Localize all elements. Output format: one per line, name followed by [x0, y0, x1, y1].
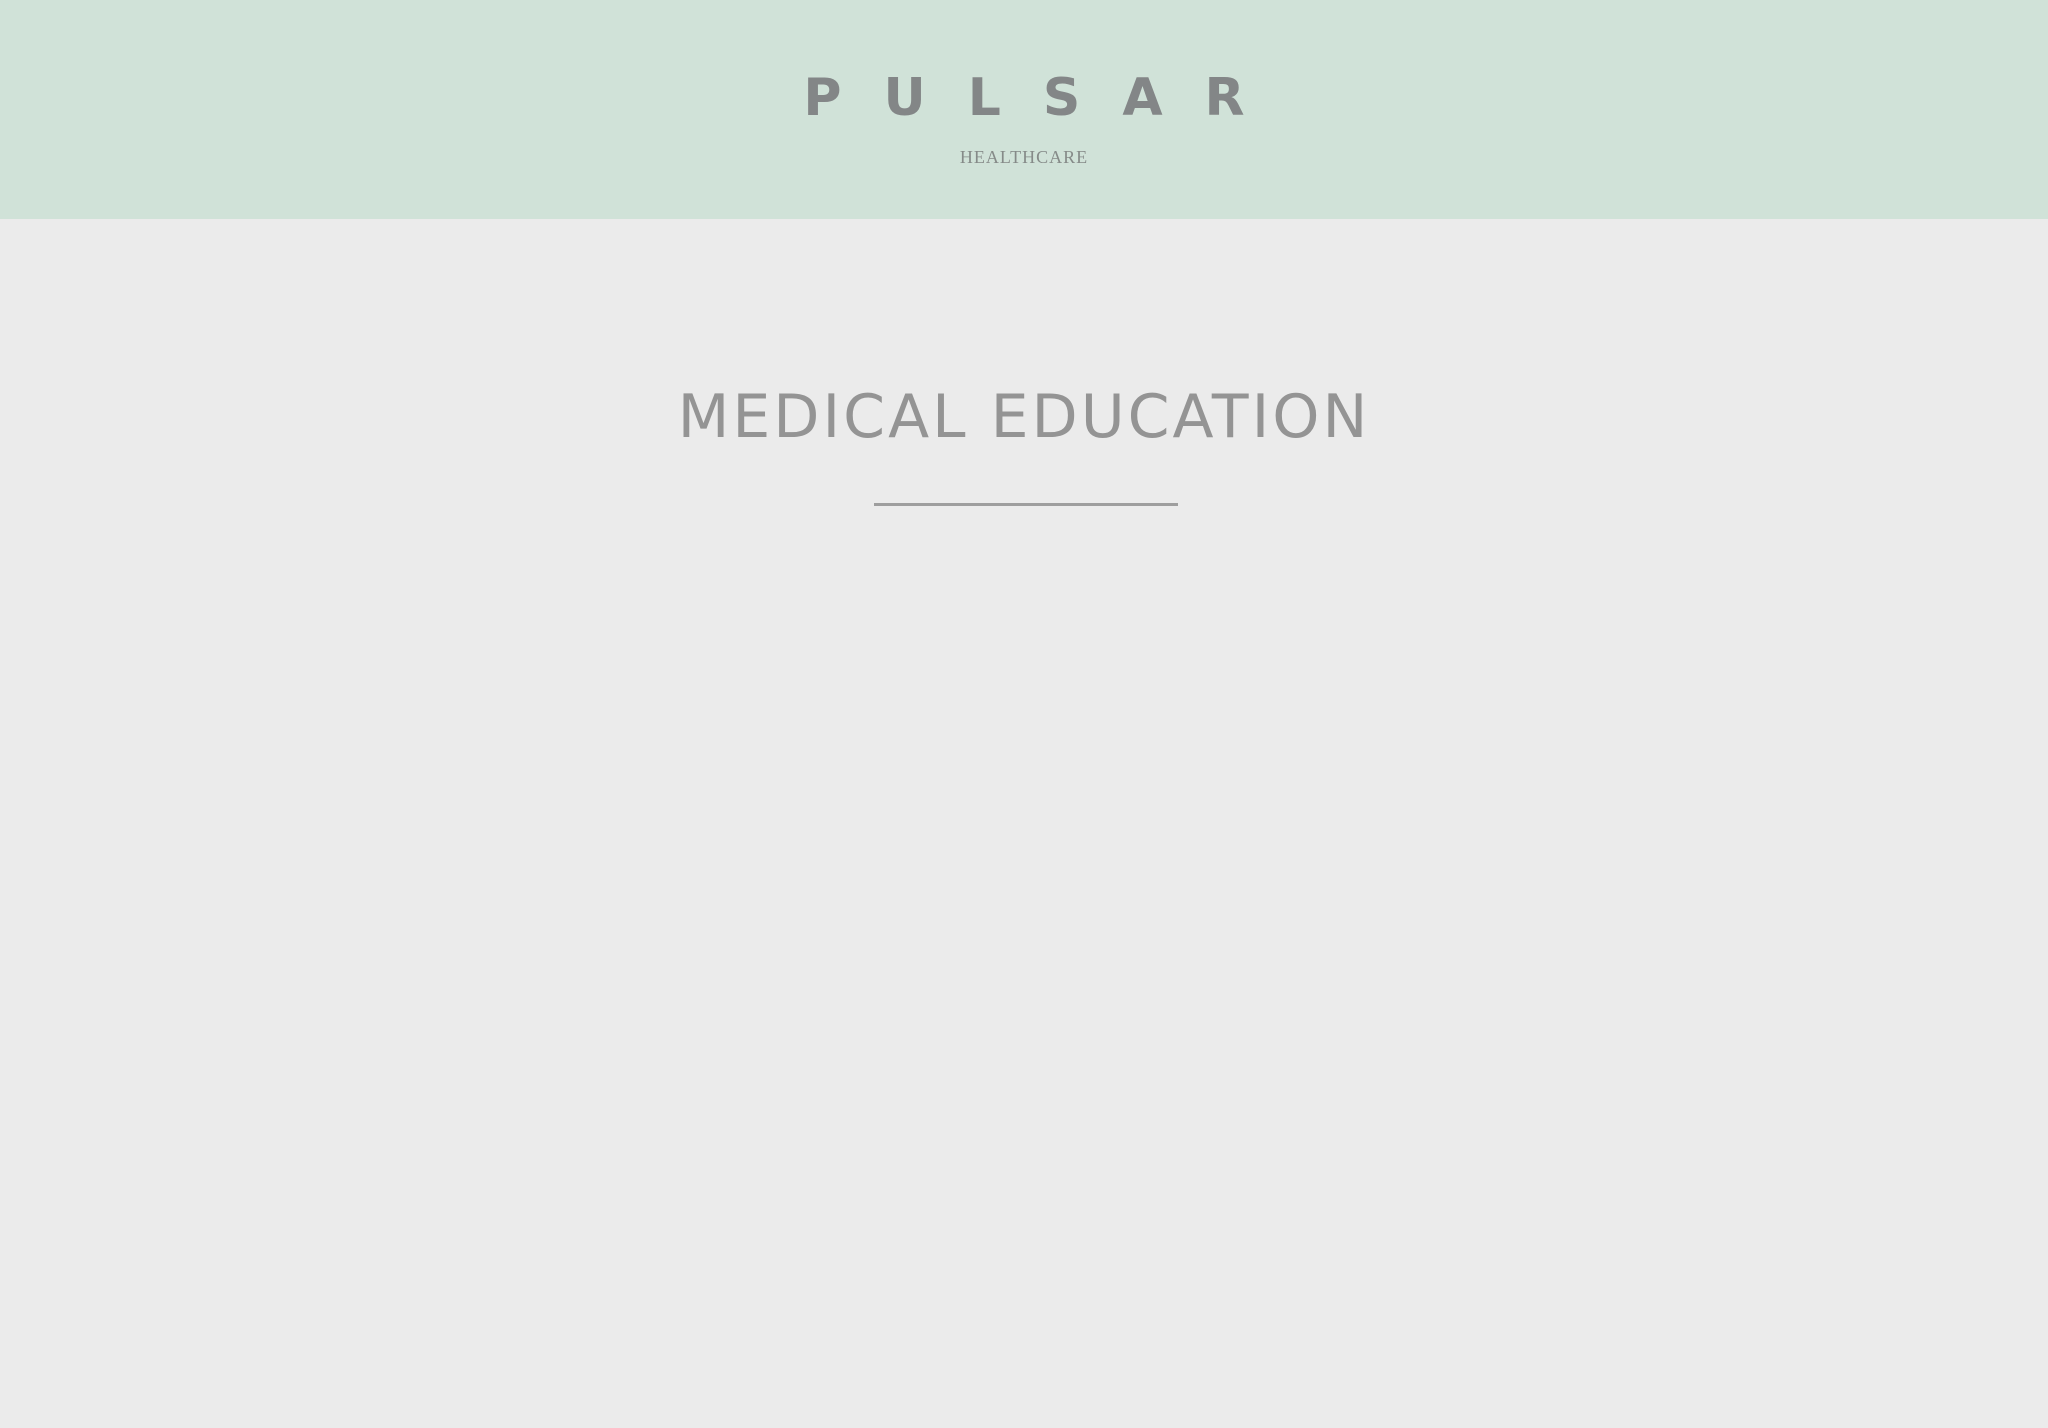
main-content: MEDICAL EDUCATION: [0, 219, 2048, 1428]
brand-name: PULSAR: [803, 68, 1287, 128]
brand-logo[interactable]: PULSAR: [0, 68, 2048, 128]
brand-tagline: HEALTHCARE: [959, 147, 1089, 167]
title-divider: [874, 503, 1178, 506]
site-header: PULSAR HEALTHCARE: [0, 0, 2048, 219]
page-title: MEDICAL EDUCATION: [677, 382, 1371, 452]
